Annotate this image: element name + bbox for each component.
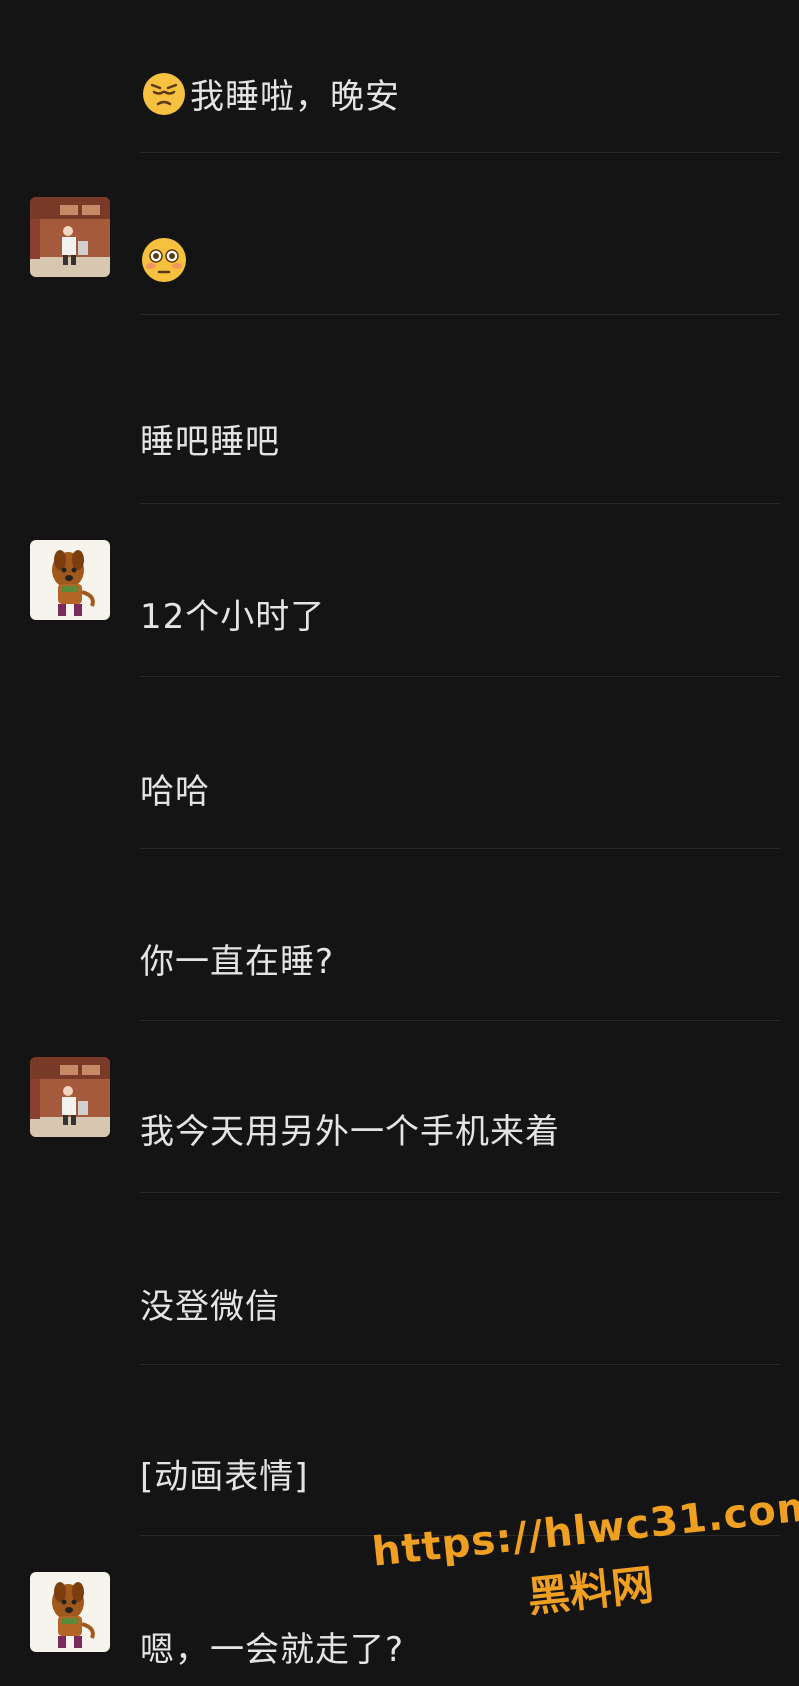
pensive-face-icon [140, 70, 188, 118]
person-avatar[interactable] [30, 197, 110, 277]
message-text: [动画表情] [140, 1457, 309, 1497]
message-text: 没登微信 [140, 1287, 280, 1327]
cartoon-dog-avatar[interactable] [30, 540, 110, 620]
message-text: 嗯，一会就走了? [140, 1630, 405, 1670]
message-text: 12个小时了 [140, 597, 326, 637]
flushed-face-icon [139, 235, 189, 285]
message-divider [140, 1192, 780, 1193]
chat-history: 我睡啦，晚安 睡吧睡吧 12个小时了 哈哈 你一直在睡? 我今天用另外一个手机来… [0, 0, 799, 1686]
cartoon-dog-avatar[interactable] [30, 1572, 110, 1652]
message-divider [140, 848, 780, 849]
message-divider [140, 1020, 780, 1021]
watermark: https://hlwc31.com 黑料网 [370, 1483, 799, 1679]
message-text: 我睡啦，晚安 [140, 70, 400, 119]
message-divider [140, 152, 780, 153]
message-divider [140, 503, 780, 504]
message-divider [140, 676, 780, 677]
message-text: 我今天用另外一个手机来着 [140, 1112, 560, 1152]
message-divider [140, 314, 780, 315]
message-divider [140, 1364, 780, 1365]
message-text: 你一直在睡? [140, 942, 335, 982]
person-avatar[interactable] [30, 1057, 110, 1137]
message-text: 哈哈 [140, 772, 210, 812]
message-text: 睡吧睡吧 [140, 422, 280, 462]
watermark-name: 黑料网 [525, 1559, 656, 1622]
